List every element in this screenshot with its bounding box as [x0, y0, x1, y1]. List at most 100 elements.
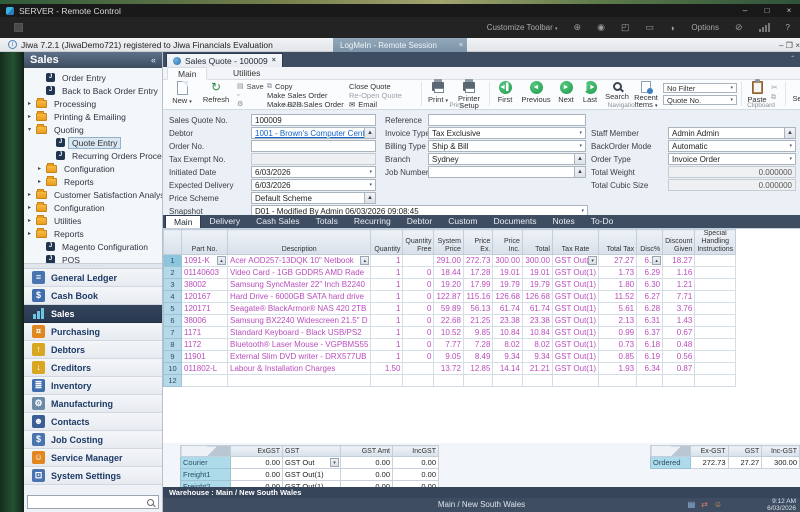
grid-cell[interactable]	[695, 315, 736, 327]
grid-cell[interactable]	[493, 375, 522, 387]
detail-tab-delivery[interactable]: Delivery	[201, 215, 248, 228]
grid-cell[interactable]: 1	[371, 267, 403, 279]
detail-tab-cash-sales[interactable]: Cash Sales	[248, 215, 307, 228]
grid-cell[interactable]	[463, 375, 492, 387]
grid-cell[interactable]: GST Out(1)▾	[552, 255, 598, 267]
grid-cell[interactable]: 23.38	[493, 315, 522, 327]
initiated-date-dropdown-icon[interactable]: ▾	[369, 169, 372, 175]
tree-item[interactable]: JPOS	[24, 253, 162, 263]
grid-cell[interactable]: 0.73	[599, 339, 637, 351]
disconnect-icon[interactable]: ⊘	[735, 22, 743, 33]
grid-cell[interactable]: 23.38	[522, 315, 552, 327]
tree-collapsed-icon[interactable]: ▸	[28, 230, 36, 237]
branch-lookup-button[interactable]: ▲	[574, 154, 585, 164]
grid-cell[interactable]	[695, 327, 736, 339]
grid-cell[interactable]: 1091-K▴	[182, 255, 228, 267]
module-item-creditors[interactable]: ↓Creditors	[24, 359, 162, 377]
grid-cell[interactable]: 0.67	[663, 327, 695, 339]
snapshot-dropdown-icon[interactable]: ▾	[581, 208, 584, 214]
grid-cell[interactable]: 38002	[182, 279, 228, 291]
grid-cell[interactable]: 6.37	[637, 327, 663, 339]
grid-cell[interactable]: 21.21	[522, 363, 552, 375]
sales-quote-tab[interactable]: Sales Quote - 100009 ×	[166, 53, 283, 67]
cell-lookup-button[interactable]: ▴	[652, 256, 661, 265]
freight-gst-dropdown-button[interactable]: ▾	[330, 458, 339, 467]
expected-delivery-dropdown-icon[interactable]: ▾	[369, 182, 372, 188]
grid-cell[interactable]	[695, 303, 736, 315]
grid-cell[interactable]	[403, 363, 434, 375]
tree-item[interactable]: ▸Utilities	[24, 214, 162, 227]
tree-item[interactable]: JOrder Entry	[24, 71, 162, 84]
expected-delivery-field[interactable]: 6/03/2026▾	[251, 179, 376, 191]
grid-cell[interactable]: 1	[371, 339, 403, 351]
grid-cell[interactable]: 1.50	[371, 363, 403, 375]
grid-row-number[interactable]: 8	[164, 339, 182, 351]
staff-member-lookup-button[interactable]: ▲	[784, 128, 795, 138]
invoice-type-field[interactable]: Tax Exclusive▾	[428, 127, 586, 139]
grid-cell[interactable]: 27.27	[599, 255, 637, 267]
ribbon-tab-main[interactable]: Main	[167, 67, 207, 80]
tree-item[interactable]: ▸Configuration	[24, 162, 162, 175]
order-type-field[interactable]: Invoice Order▾	[668, 153, 796, 165]
next-button[interactable]: ► Next	[555, 81, 577, 104]
grid-cell[interactable]: 6.27	[637, 291, 663, 303]
grid-cell[interactable]: Bluetooth® Laser Mouse - VGPBMS55	[228, 339, 371, 351]
grid-cell[interactable]: 115.16	[463, 291, 492, 303]
grid-cell[interactable]: 56.13	[463, 303, 492, 315]
freight-incgst-cell[interactable]: 0.00	[393, 469, 439, 481]
grid-cell[interactable]: 6.19	[637, 351, 663, 363]
grid-cell[interactable]	[695, 255, 736, 267]
refresh-button[interactable]: ↻ Refresh	[199, 81, 233, 104]
customize-toolbar-menu[interactable]: Customize Toolbar ▾	[487, 23, 558, 32]
grid-cell[interactable]: 22.68	[434, 315, 463, 327]
detail-tab-main[interactable]: Main	[165, 215, 201, 228]
grid-cell[interactable]: 0	[403, 279, 434, 291]
grid-cell[interactable]	[695, 339, 736, 351]
grid-cell[interactable]: External Slim DVD writer - DRX577UB	[228, 351, 371, 363]
grid-cell[interactable]: 9.85	[463, 327, 492, 339]
grid-cell[interactable]: 5.61	[599, 303, 637, 315]
sidebar-search-input[interactable]	[28, 497, 147, 507]
detail-tab-custom[interactable]: Custom	[440, 215, 485, 228]
grid-cell[interactable]: GST Out(1)	[552, 327, 598, 339]
grid-column-header[interactable]: Quantity Free	[403, 230, 434, 255]
freight-gst-amt-cell[interactable]: 0.00	[341, 469, 393, 481]
copy-button[interactable]: ⧉Copy	[267, 82, 344, 91]
grid-cell[interactable]: 0.87	[663, 363, 695, 375]
grid-cell[interactable]: 9.34	[493, 351, 522, 363]
grid-cell[interactable]: Video Card - 1GB GDDR5 AMD Rade	[228, 267, 371, 279]
grid-cell[interactable]: 14.14	[493, 363, 522, 375]
print-button[interactable]: Print ▾	[425, 81, 451, 104]
tree-item[interactable]: JRecurring Orders Processing	[24, 149, 162, 162]
grid-cell[interactable]: 0	[403, 267, 434, 279]
grid-column-header[interactable]	[164, 230, 182, 255]
grid-cell[interactable]: 8.02	[522, 339, 552, 351]
branch-field[interactable]: Sydney▲	[428, 153, 586, 165]
grid-row-number[interactable]: 10	[164, 363, 182, 375]
grid-column-header[interactable]: Disc%	[637, 230, 663, 255]
grid-cell[interactable]: 11.52	[599, 291, 637, 303]
tree-item[interactable]: ▸Configuration	[24, 201, 162, 214]
grid-cell[interactable]	[695, 351, 736, 363]
grid-cell[interactable]: 17.99	[463, 279, 492, 291]
grid-row-number[interactable]: 5	[164, 303, 182, 315]
freight-incgst-cell[interactable]: 0.00	[393, 457, 439, 469]
freight-exgst-cell[interactable]: 0.00	[231, 469, 283, 481]
grid-cell[interactable]	[637, 375, 663, 387]
grid-cell[interactable]: 18.44	[434, 267, 463, 279]
grid-cell[interactable]: 0.99	[599, 327, 637, 339]
grid-column-header[interactable]: Discount Given	[663, 230, 695, 255]
grid-cell[interactable]: 0.56	[663, 351, 695, 363]
grid-cell[interactable]	[695, 267, 736, 279]
grid-row-number[interactable]: 6	[164, 315, 182, 327]
grid-cell[interactable]: 7.71	[663, 291, 695, 303]
module-item-sales[interactable]: Sales	[24, 305, 162, 323]
grid-cell[interactable]: 300.00	[493, 255, 522, 267]
grid-cell[interactable]: 38006	[182, 315, 228, 327]
grid-cell[interactable]: 6.34	[637, 363, 663, 375]
grid-cell[interactable]: 120171	[182, 303, 228, 315]
grid-column-header[interactable]: Part No.	[182, 230, 228, 255]
grid-row-number[interactable]: 3	[164, 279, 182, 291]
grid-cell[interactable]: 0.85	[599, 351, 637, 363]
save-button[interactable]: ▤Save	[237, 82, 264, 90]
